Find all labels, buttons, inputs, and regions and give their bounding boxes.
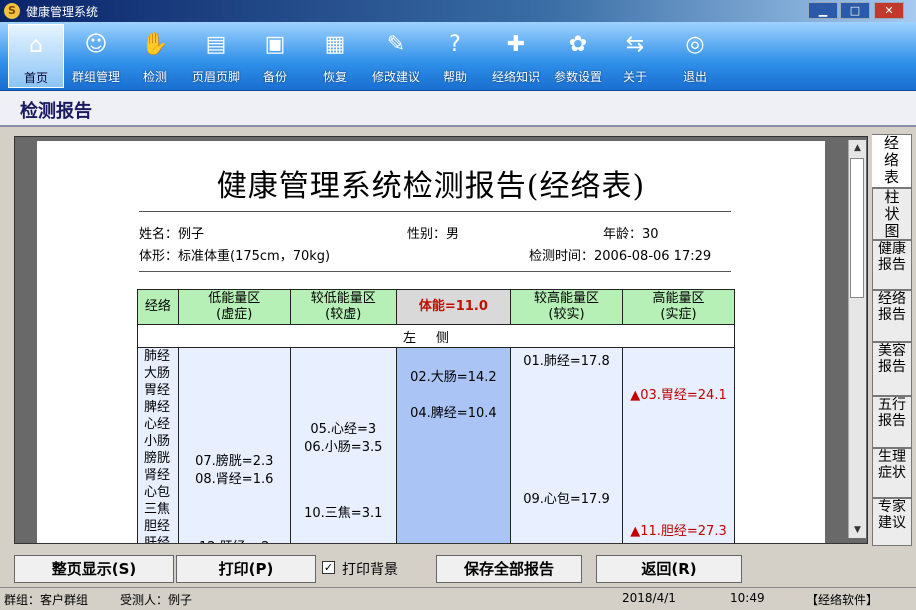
meridian-list: 肺经 大肠 胃经 脾经 心经 小肠 膀胱 肾经 心包 三焦 胆经 肝经 xyxy=(137,347,179,543)
toolbar-settings[interactable]: ✿ 参数设置 xyxy=(548,24,608,88)
report-title: 健康管理系统检测报告(经络表) xyxy=(216,169,646,204)
status-software: 【经络软件】 xyxy=(806,593,879,607)
col-lower: 较低能量区 (较虚) xyxy=(289,289,397,325)
meridian-table: 经络 低能量区 (虚症) 较低能量区 (较虚) 体能=11.0 较高能量区 (较实) … xyxy=(137,289,736,543)
toolbar-detect[interactable]: ✋ 检测 xyxy=(130,24,180,88)
bottom-bar: 整页显示(S) 打印(P) ✓ 打印背景 保存全部报告 返回(R) xyxy=(0,552,916,586)
about-icon: ⇆ xyxy=(625,32,645,57)
tab-bar-chart[interactable]: 柱状图 xyxy=(872,188,912,240)
app-icon: S xyxy=(4,3,20,19)
low-cell: 07.膀胱=2.3 08.肾经=1.6 12.肝经=-2 xyxy=(177,347,291,543)
report-viewer: 健康管理系统检测报告(经络表) 姓名：例子 性别：男 年龄：30 体形：标准体重… xyxy=(14,136,868,544)
group-icon: ☺ xyxy=(84,32,108,57)
gear-icon: ✿ xyxy=(568,32,588,57)
minimize-button[interactable]: ▁ xyxy=(808,2,838,19)
status-date: 2018/4/1 xyxy=(622,591,676,605)
value-label: 04.脾经=10.4 xyxy=(410,406,497,421)
lower-cell: 05.心经=3 06.小肠=3.5 10.三焦=3.1 xyxy=(289,347,397,543)
col-higher: 较高能量区 (较实) xyxy=(510,289,623,325)
scroll-thumb[interactable] xyxy=(850,158,864,298)
page-icon: ▤ xyxy=(205,32,227,57)
toolbar-knowledge[interactable]: ✚ 经络知识 xyxy=(486,24,546,88)
title-bar: S 健康管理系统 ▁ □ ✕ xyxy=(0,0,916,22)
tab-beauty-report[interactable]: 美容报告 xyxy=(872,342,912,396)
tab-five-elements-report[interactable]: 五行报告 xyxy=(872,396,912,448)
divider xyxy=(139,271,731,272)
value-label: 05.心经=3 xyxy=(310,422,377,437)
tab-expert-advice[interactable]: 专家建议 xyxy=(872,498,912,546)
help-icon: ? xyxy=(449,32,461,57)
value-label: 01.肺经=17.8 xyxy=(523,354,610,369)
window-title: 健康管理系统 xyxy=(26,5,99,19)
toolbar-backup[interactable]: ▣ 备份 xyxy=(250,24,300,88)
col-low: 低能量区 (虚症) xyxy=(177,289,291,325)
status-group: 群组：客户群组 xyxy=(4,593,89,607)
higher-cell: 01.肺经=17.8 09.心包=17.9 xyxy=(510,347,623,543)
maximize-button[interactable]: □ xyxy=(840,2,870,19)
save-all-button[interactable]: 保存全部报告 xyxy=(436,555,582,583)
section-header: 检测报告 xyxy=(0,91,916,127)
high-cell: ▲03.胃经=24.1 ▲11.胆经=27.3 xyxy=(621,347,736,543)
mid-cell: 02.大肠=14.2 04.脾经=10.4 xyxy=(395,347,512,543)
col-energy: 体能=11.0 xyxy=(395,289,512,325)
hand-icon: ✋ xyxy=(141,32,169,57)
col-high: 高能量区 (实症) xyxy=(621,289,736,325)
toolbar-group-manage[interactable]: ☺ 群组管理 xyxy=(66,24,126,88)
restore-icon: ▦ xyxy=(324,32,346,57)
patient-gender: 性别：男 xyxy=(407,227,460,242)
toolbar-header-footer[interactable]: ▤ 页眉页脚 xyxy=(186,24,246,88)
main-toolbar: ⌂ 首页 ☺ 群组管理 ✋ 检测 ▤ 页眉页脚 ▣ 备份 ▦ 恢复 ✎ 修改建议… xyxy=(0,22,916,91)
toolbar-help[interactable]: ? 帮助 xyxy=(430,24,480,88)
value-label: 08.肾经=1.6 xyxy=(195,472,274,487)
warning-value: ▲11.胆经=27.3 xyxy=(630,524,727,539)
exit-icon: ◎ xyxy=(685,32,705,57)
value-label: 07.膀胱=2.3 xyxy=(195,454,274,469)
toolbar-restore[interactable]: ▦ 恢复 xyxy=(310,24,360,88)
patient-body: 体形：标准体重(175cm，70kg) xyxy=(139,249,331,264)
status-subject: 受测人：例子 xyxy=(120,593,193,607)
side-row: 左侧 xyxy=(137,324,735,348)
report-tabs: 经络表 柱状图 健康报告 经络报告 美容报告 五行报告 生理症状 专家建议 xyxy=(870,134,916,546)
section-title: 检测报告 xyxy=(20,101,92,122)
value-label: 10.三焦=3.1 xyxy=(304,506,383,521)
tab-meridian-report[interactable]: 经络报告 xyxy=(872,290,912,342)
tab-health-report[interactable]: 健康报告 xyxy=(872,240,912,290)
status-bar: 群组：客户群组 受测人：例子 2018/4/1 10:49 【经络软件】 xyxy=(0,587,916,610)
scroll-down-icon[interactable]: ▼ xyxy=(849,522,866,538)
back-button[interactable]: 返回(R) xyxy=(596,555,742,583)
col-meridian: 经络 xyxy=(137,289,179,325)
toolbar-suggestion[interactable]: ✎ 修改建议 xyxy=(366,24,426,88)
print-button[interactable]: 打印(P) xyxy=(176,555,316,583)
value-label: 09.心包=17.9 xyxy=(523,492,610,507)
tab-meridian-table[interactable]: 经络表 xyxy=(872,134,912,188)
value-label: 02.大肠=14.2 xyxy=(410,370,497,385)
close-button[interactable]: ✕ xyxy=(874,2,904,19)
toolbar-exit[interactable]: ◎ 退出 xyxy=(670,24,720,88)
print-background-checkbox[interactable]: ✓ xyxy=(322,561,335,574)
table-header-row: 经络 低能量区 (虚症) 较低能量区 (较虚) 体能=11.0 较高能量区 (较实) … xyxy=(137,289,736,325)
print-background-label: 打印背景 xyxy=(342,562,398,578)
status-time: 10:49 xyxy=(730,591,765,605)
table-row: 肺经 大肠 胃经 脾经 心经 小肠 膀胱 肾经 心包 三焦 胆经 肝经 07.膀胱=2.3 … xyxy=(137,347,736,543)
fit-page-button[interactable]: 整页显示(S) xyxy=(14,555,174,583)
divider xyxy=(139,211,731,212)
backup-icon: ▣ xyxy=(264,32,286,57)
toolbar-home[interactable]: ⌂ 首页 xyxy=(8,24,64,88)
toolbar-about[interactable]: ⇆ 关于 xyxy=(610,24,660,88)
warning-value: ▲03.胃经=24.1 xyxy=(630,388,727,403)
tab-symptoms[interactable]: 生理症状 xyxy=(872,448,912,498)
vertical-scrollbar[interactable]: ▲ ▼ xyxy=(848,140,866,538)
patient-name: 姓名：例子 xyxy=(139,227,205,242)
value-label: 06.小肠=3.5 xyxy=(304,440,383,455)
home-icon: ⌂ xyxy=(29,33,43,58)
edit-icon: ✎ xyxy=(386,32,406,57)
knowledge-icon: ✚ xyxy=(506,32,526,57)
report-page: 健康管理系统检测报告(经络表) 姓名：例子 性别：男 年龄：30 体形：标准体重… xyxy=(37,141,825,543)
detect-time: 检测时间：2006-08-06 17:29 xyxy=(529,249,712,264)
patient-age: 年龄：30 xyxy=(603,227,659,242)
scroll-up-icon[interactable]: ▲ xyxy=(849,140,866,156)
side-label: 左侧 xyxy=(137,324,735,348)
value-label: 12.肝经=-2 xyxy=(179,536,290,543)
